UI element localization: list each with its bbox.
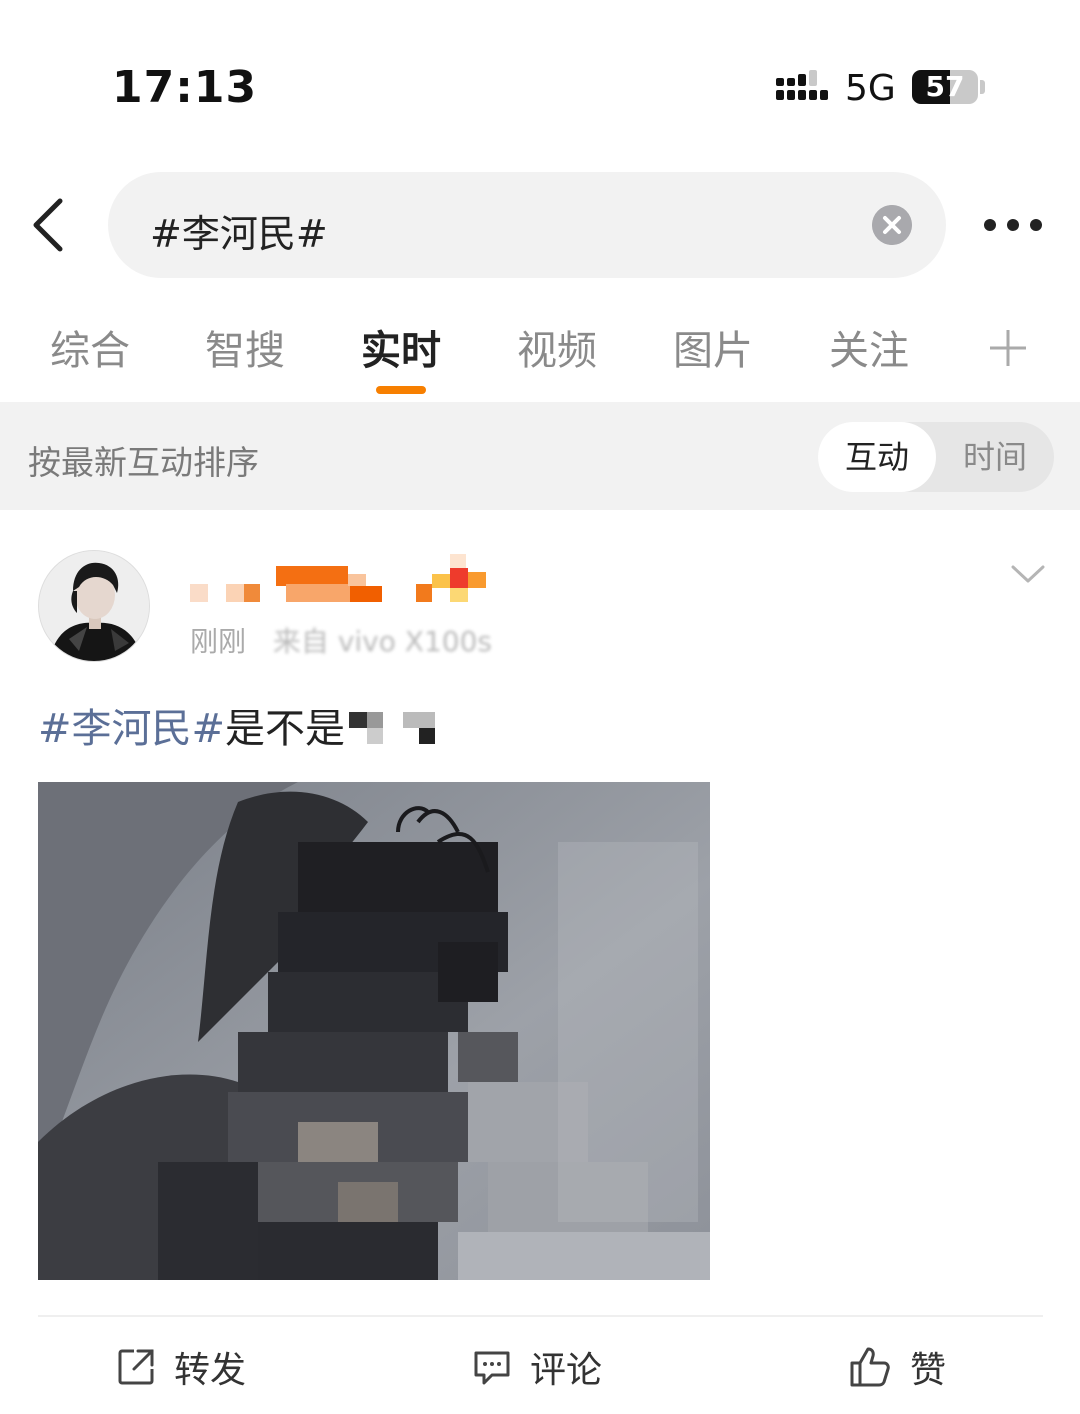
post-actions: 转发 评论 赞 [0, 1322, 1080, 1414]
active-tab-indicator [376, 386, 426, 394]
repost-label: 转发 [174, 1350, 247, 1391]
status-bar: 17:13 5G 57 [0, 0, 1080, 150]
like-label: 赞 [910, 1350, 947, 1391]
thumbs-up-icon [850, 1347, 890, 1387]
chevron-down-icon[interactable] [1010, 562, 1046, 586]
comment-label: 评论 [530, 1350, 603, 1391]
network-type: 5G [845, 68, 896, 109]
more-options-icon[interactable] [980, 210, 1046, 240]
post-body: 是不是 [225, 706, 346, 752]
avatar[interactable] [38, 550, 150, 662]
post-card: 刚刚 来自 vivo X100s #李河民#是不是 转发 评论 赞 [0, 510, 1080, 1414]
like-button[interactable]: 赞 [848, 1342, 946, 1392]
post-source: 来自 vivo X100s [272, 625, 492, 658]
battery-icon: 57 [912, 70, 978, 104]
search-query: #李河民# [150, 212, 328, 256]
username-redacted[interactable] [190, 554, 490, 606]
back-arrow-icon[interactable] [28, 195, 72, 255]
repost-button[interactable]: 转发 [116, 1342, 246, 1392]
tab-realtime[interactable]: 实时 [361, 318, 441, 376]
search-input[interactable]: #李河民# [108, 172, 946, 278]
sort-bar: 按最新互动排序 互动 时间 [0, 402, 1080, 510]
post-text: #李河民#是不是 [38, 696, 436, 754]
post-hashtag[interactable]: #李河民# [38, 706, 225, 752]
comment-button[interactable]: 评论 [472, 1342, 602, 1392]
tab-comprehensive[interactable]: 综合 [50, 318, 130, 376]
sort-option-interaction[interactable]: 互动 [818, 422, 936, 492]
sort-toggle: 互动 时间 [818, 422, 1054, 492]
sort-option-time[interactable]: 时间 [936, 422, 1054, 492]
add-tab-icon[interactable] [988, 328, 1028, 368]
tab-smart-search[interactable]: 智搜 [205, 318, 285, 376]
post-divider [38, 1315, 1043, 1317]
sort-label: 按最新互动排序 [28, 443, 259, 482]
battery-tip [980, 80, 985, 94]
post-image[interactable] [38, 782, 710, 1280]
post-meta: 刚刚 来自 vivo X100s [190, 620, 492, 660]
tab-bar: 综合 智搜 实时 视频 图片 关注 [0, 318, 1080, 402]
tab-images[interactable]: 图片 [673, 318, 753, 376]
clear-search-icon[interactable] [872, 205, 912, 245]
cellular-signal-icon [776, 70, 828, 100]
comment-icon [474, 1351, 510, 1385]
share-icon [118, 1349, 154, 1385]
clock: 17:13 [112, 62, 258, 113]
tab-following[interactable]: 关注 [829, 318, 909, 376]
tab-video[interactable]: 视频 [517, 318, 597, 376]
battery-level: 57 [925, 70, 965, 103]
post-time: 刚刚 [190, 625, 247, 658]
redacted-text [345, 710, 436, 746]
